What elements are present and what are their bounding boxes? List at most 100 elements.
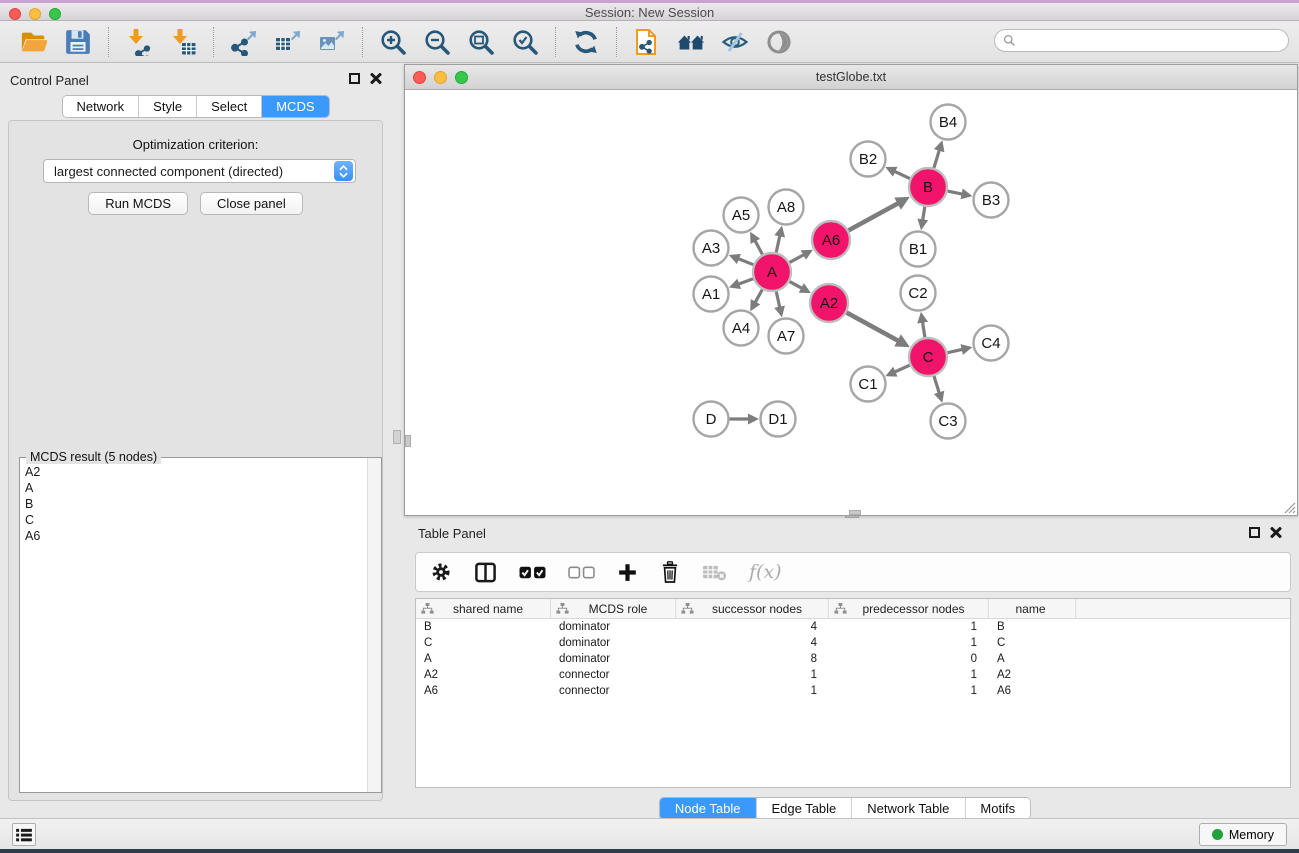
select-all-button[interactable]: [519, 565, 546, 580]
resize-grip[interactable]: [1282, 500, 1296, 514]
control-panel-close-icon[interactable]: [370, 72, 383, 85]
run-mcds-button[interactable]: Run MCDS: [88, 192, 188, 215]
zoom-out-button[interactable]: [415, 26, 459, 58]
edge-A-A4[interactable]: [755, 289, 762, 302]
cell[interactable]: dominator: [551, 637, 676, 649]
table-panel-float-button[interactable]: [1249, 527, 1260, 538]
cell[interactable]: B: [416, 621, 551, 633]
table-row-c[interactable]: Cdominator41C: [416, 635, 1290, 651]
cell[interactable]: A2: [989, 669, 1076, 681]
search-field[interactable]: [1021, 34, 1280, 48]
export-network-button[interactable]: [222, 26, 266, 58]
cell[interactable]: connector: [551, 685, 676, 697]
node-B2[interactable]: B2: [851, 142, 886, 177]
edge-C-C2[interactable]: [923, 322, 925, 337]
zoom-fit-button[interactable]: [459, 26, 503, 58]
network-file-button[interactable]: [625, 26, 669, 58]
import-table-button[interactable]: [161, 26, 205, 58]
edge-C-C4[interactable]: [948, 349, 963, 352]
node-A1[interactable]: A1: [694, 277, 729, 312]
node-B4[interactable]: B4: [931, 105, 966, 140]
cell[interactable]: 1: [829, 669, 989, 681]
refresh-button[interactable]: [564, 26, 608, 58]
cell[interactable]: A2: [416, 669, 551, 681]
table-tab-edge-table[interactable]: Edge Table: [756, 798, 852, 819]
trash-button[interactable]: [660, 561, 680, 583]
edge-C-C1[interactable]: [895, 365, 910, 372]
function-builder-button[interactable]: f(x): [749, 561, 782, 583]
result-item-a[interactable]: A: [21, 480, 366, 496]
zoom-in-button[interactable]: [371, 26, 415, 58]
memory-button[interactable]: Memory: [1199, 823, 1287, 846]
cell[interactable]: 1: [676, 669, 829, 681]
tab-mcds[interactable]: MCDS: [262, 96, 328, 117]
cell[interactable]: 4: [676, 637, 829, 649]
node-A5[interactable]: A5: [724, 198, 759, 233]
result-item-c[interactable]: C: [21, 512, 366, 528]
cell[interactable]: 1: [829, 621, 989, 633]
node-B3[interactable]: B3: [974, 183, 1009, 218]
cell[interactable]: C: [989, 637, 1076, 649]
edge-A-A5[interactable]: [755, 241, 762, 255]
node-B[interactable]: B: [909, 168, 947, 206]
column-header-predecessor-nodes[interactable]: predecessor nodes: [829, 599, 989, 618]
edge-A-A1[interactable]: [739, 279, 753, 284]
export-table-button[interactable]: [266, 26, 310, 58]
node-C[interactable]: C: [909, 338, 947, 376]
cell[interactable]: 0: [829, 653, 989, 665]
deselect-all-button[interactable]: [568, 565, 595, 580]
tab-style[interactable]: Style: [139, 96, 197, 117]
network-window-titlebar[interactable]: testGlobe.txt: [405, 65, 1297, 90]
edge-B-B3[interactable]: [948, 191, 963, 194]
node-C2[interactable]: C2: [901, 276, 936, 311]
edge-B-B1[interactable]: [923, 207, 925, 220]
cell[interactable]: A: [416, 653, 551, 665]
cell[interactable]: dominator: [551, 621, 676, 633]
control-panel-float-button[interactable]: [349, 73, 360, 84]
add-button[interactable]: [617, 562, 638, 583]
node-C4[interactable]: C4: [974, 326, 1009, 361]
delete-table-button[interactable]: [702, 563, 727, 582]
column-header-name[interactable]: name: [989, 599, 1076, 618]
cell[interactable]: 8: [676, 653, 829, 665]
table-row-b[interactable]: Bdominator41B: [416, 619, 1290, 635]
eye-slash-button[interactable]: [713, 26, 757, 58]
edge-A-A8[interactable]: [776, 236, 780, 253]
cell[interactable]: 1: [676, 685, 829, 697]
cell[interactable]: A6: [416, 685, 551, 697]
vertical-splitter-handle[interactable]: [393, 430, 401, 444]
node-A7[interactable]: A7: [769, 319, 804, 354]
edge-A6-B[interactable]: [849, 203, 899, 230]
edge-B-B2[interactable]: [895, 171, 910, 178]
tab-network[interactable]: Network: [62, 96, 139, 117]
cell[interactable]: 1: [829, 637, 989, 649]
node-A[interactable]: A: [753, 253, 791, 291]
cell[interactable]: 4: [676, 621, 829, 633]
edge-A-A3[interactable]: [738, 259, 753, 265]
table-row-a6[interactable]: A6connector11A6: [416, 683, 1290, 699]
table-tab-node-table[interactable]: Node Table: [660, 798, 757, 819]
cell[interactable]: C: [416, 637, 551, 649]
node-A4[interactable]: A4: [724, 311, 759, 346]
column-header-MCDS-role[interactable]: MCDS role: [551, 599, 676, 618]
node-C3[interactable]: C3: [931, 404, 966, 439]
cell[interactable]: A6: [989, 685, 1076, 697]
export-image-button[interactable]: [310, 26, 354, 58]
node-D1[interactable]: D1: [761, 402, 796, 437]
edge-A2-C[interactable]: [847, 313, 899, 341]
table-row-a2[interactable]: A2connector11A2: [416, 667, 1290, 683]
canvas-vscroll-thumb[interactable]: [405, 435, 411, 447]
open-folder-button[interactable]: [12, 26, 56, 58]
optimization-criterion-select[interactable]: largest connected component (directed): [43, 159, 356, 183]
zoom-selected-button[interactable]: [503, 26, 547, 58]
cell[interactable]: A: [989, 653, 1076, 665]
node-A2[interactable]: A2: [810, 284, 848, 322]
column-header-successor-nodes[interactable]: successor nodes: [676, 599, 829, 618]
result-item-b[interactable]: B: [21, 496, 366, 512]
result-item-a6[interactable]: A6: [21, 528, 366, 544]
cell[interactable]: B: [989, 621, 1076, 633]
cell[interactable]: 1: [829, 685, 989, 697]
node-A3[interactable]: A3: [694, 231, 729, 266]
columns-button[interactable]: [474, 561, 497, 584]
table-panel-close-icon[interactable]: [1270, 526, 1283, 539]
